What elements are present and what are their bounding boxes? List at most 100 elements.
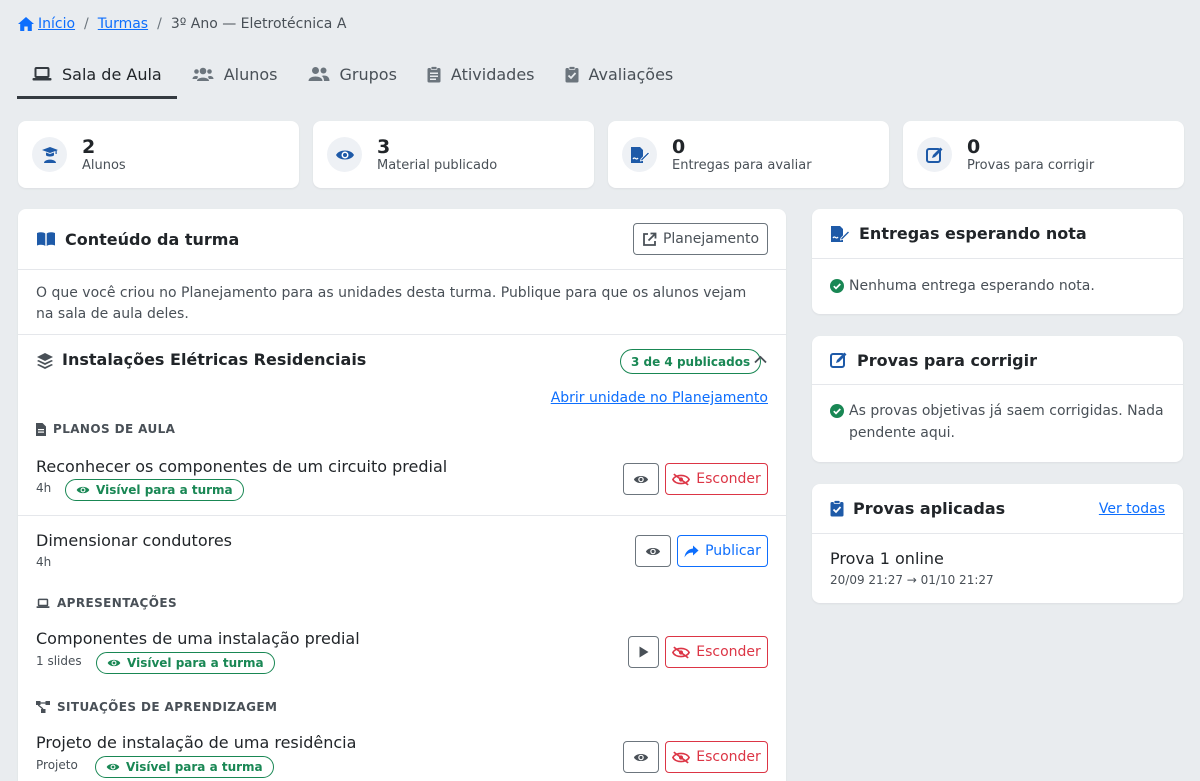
item-title: Projeto de instalação de uma residência bbox=[36, 733, 357, 752]
hide-button[interactable]: Esconder bbox=[665, 741, 768, 773]
file-alt-icon bbox=[36, 422, 46, 436]
visibility-badge-label: Visível para a turma bbox=[126, 760, 263, 774]
open-unit-link[interactable]: Abrir unidade no Planejamento bbox=[551, 390, 768, 406]
hide-button-label: Esconder bbox=[696, 644, 761, 660]
stat-card-alunos: 2 Alunos bbox=[18, 121, 299, 188]
tab-label: Atividades bbox=[450, 64, 535, 84]
clipboard-check-icon bbox=[830, 500, 844, 517]
tab-avaliacoes[interactable]: Avaliações bbox=[550, 52, 689, 96]
tab-sala-de-aula[interactable]: Sala de Aula bbox=[17, 52, 177, 99]
laptop-icon bbox=[36, 598, 50, 608]
users-icon bbox=[192, 67, 214, 81]
eye-slash-icon bbox=[672, 645, 691, 659]
tab-label: Sala de Aula bbox=[62, 64, 162, 84]
stat-card-provas: 0 Provas para corrigir bbox=[903, 121, 1184, 188]
unit-header[interactable]: Instalações Elétricas Residenciais 3 de … bbox=[18, 335, 786, 385]
section-learning-situations: SITUAÇÕES DE APRENDIZAGEM bbox=[36, 700, 277, 714]
breadcrumb-separator: / bbox=[84, 16, 89, 32]
tab-label: Avaliações bbox=[588, 64, 674, 84]
layers-icon bbox=[37, 353, 53, 369]
stat-value: 0 bbox=[672, 135, 686, 158]
grading-message: As provas objetivas já saem corrigidas. … bbox=[812, 385, 1183, 444]
laptop-icon bbox=[32, 67, 52, 81]
stat-label: Entregas para avaliar bbox=[672, 157, 812, 173]
stat-value: 3 bbox=[377, 135, 391, 158]
section-label-text: SITUAÇÕES DE APRENDIZAGEM bbox=[57, 700, 278, 714]
pending-message-text: Nenhuma entrega esperando nota. bbox=[849, 278, 1095, 294]
content-card-header: Conteúdo da turma Planejamento bbox=[18, 209, 786, 270]
home-icon bbox=[18, 17, 34, 31]
clipboard-list-icon bbox=[427, 65, 441, 82]
file-signature-icon bbox=[630, 146, 650, 163]
eye-icon bbox=[645, 547, 661, 555]
eye-icon bbox=[633, 753, 649, 761]
grading-card-header: Provas para corrigir bbox=[812, 336, 1183, 385]
chevron-up-icon[interactable] bbox=[754, 355, 767, 364]
publish-button-label: Publicar bbox=[705, 543, 761, 559]
applied-card-title: Provas aplicadas bbox=[853, 499, 1006, 518]
tab-label: Alunos bbox=[223, 64, 278, 84]
exam-dates: 20/09 21:27 → 01/10 21:27 bbox=[830, 573, 994, 587]
unit-title: Instalações Elétricas Residenciais bbox=[62, 350, 367, 369]
list-item: Projeto de instalação de uma residência … bbox=[18, 725, 786, 781]
stat-label: Alunos bbox=[82, 157, 126, 173]
pending-submissions-card: Entregas esperando nota Nenhuma entrega … bbox=[812, 209, 1183, 314]
preview-button[interactable] bbox=[635, 535, 671, 567]
stat-icon-wrap bbox=[917, 137, 952, 172]
hide-button[interactable]: Esconder bbox=[665, 636, 768, 668]
breadcrumb: Início / Turmas / 3º Ano — Eletrotécnica… bbox=[17, 13, 346, 35]
visibility-badge-label: Visível para a turma bbox=[96, 483, 233, 497]
graduate-icon bbox=[41, 146, 58, 163]
tab-alunos[interactable]: Alunos bbox=[177, 52, 293, 96]
hide-button[interactable]: Esconder bbox=[665, 463, 768, 495]
item-title: Reconhecer os componentes de um circuito… bbox=[36, 457, 448, 476]
applied-exams-card: Provas aplicadas Ver todas Prova 1 onlin… bbox=[812, 484, 1183, 603]
play-button[interactable] bbox=[628, 636, 659, 668]
visibility-badge-label: Visível para a turma bbox=[127, 656, 264, 670]
stat-icon-wrap bbox=[327, 137, 362, 172]
edit-icon bbox=[830, 352, 847, 368]
tab-grupos[interactable]: Grupos bbox=[293, 52, 412, 96]
eye-icon bbox=[335, 150, 354, 159]
stat-label: Material publicado bbox=[377, 157, 498, 173]
content-card: Conteúdo da turma Planejamento O que voc… bbox=[18, 209, 786, 781]
preview-button[interactable] bbox=[623, 741, 659, 773]
check-circle-icon bbox=[830, 404, 844, 418]
list-item: Componentes de uma instalação predial 1 … bbox=[18, 621, 786, 689]
preview-button[interactable] bbox=[623, 463, 659, 495]
stat-icon-wrap bbox=[622, 137, 657, 172]
section-label-text: APRESENTAÇÕES bbox=[57, 596, 177, 610]
section-lesson-plans: PLANOS DE AULA bbox=[36, 422, 175, 436]
item-meta: 4h bbox=[36, 555, 52, 569]
check-circle-icon bbox=[830, 279, 844, 293]
grading-card-title: Provas para corrigir bbox=[857, 350, 1038, 370]
applied-exam-item[interactable]: Prova 1 online 20/09 21:27 → 01/10 21:27 bbox=[812, 534, 1183, 590]
unit-published-badge: 3 de 4 publicados bbox=[620, 349, 762, 374]
item-meta: Projeto bbox=[36, 758, 78, 772]
stat-label: Provas para corrigir bbox=[967, 157, 1095, 173]
breadcrumb-turmas-link[interactable]: Turmas bbox=[98, 16, 148, 32]
eye-slash-icon bbox=[672, 472, 691, 486]
pending-card-header: Entregas esperando nota bbox=[812, 209, 1183, 259]
applied-card-header: Provas aplicadas Ver todas bbox=[812, 484, 1183, 534]
see-all-link[interactable]: Ver todas bbox=[1099, 501, 1165, 517]
stat-value: 2 bbox=[82, 135, 96, 158]
item-meta: 1 slides bbox=[36, 654, 82, 668]
section-presentations: APRESENTAÇÕES bbox=[36, 596, 177, 610]
hide-button-label: Esconder bbox=[696, 749, 761, 765]
planejamento-button[interactable]: Planejamento bbox=[633, 223, 768, 255]
book-open-icon bbox=[37, 232, 55, 246]
list-item: Dimensionar condutores 4h Publicar bbox=[18, 517, 786, 583]
tab-atividades[interactable]: Atividades bbox=[412, 52, 550, 96]
publish-button[interactable]: Publicar bbox=[677, 535, 768, 567]
content-card-title: Conteúdo da turma bbox=[65, 229, 240, 249]
eye-icon bbox=[633, 475, 649, 483]
item-meta: 4h bbox=[36, 481, 52, 495]
tab-bar: Sala de Aula Alunos Grupos Atividades Av… bbox=[17, 52, 688, 99]
eye-slash-icon bbox=[672, 750, 691, 764]
visibility-badge: Visível para a turma bbox=[95, 756, 274, 778]
tab-label: Grupos bbox=[339, 64, 397, 84]
breadcrumb-home-link[interactable]: Início bbox=[17, 16, 75, 32]
user-group-icon bbox=[308, 67, 330, 81]
grading-message-text: As provas objetivas já saem corrigidas. … bbox=[849, 403, 1164, 441]
